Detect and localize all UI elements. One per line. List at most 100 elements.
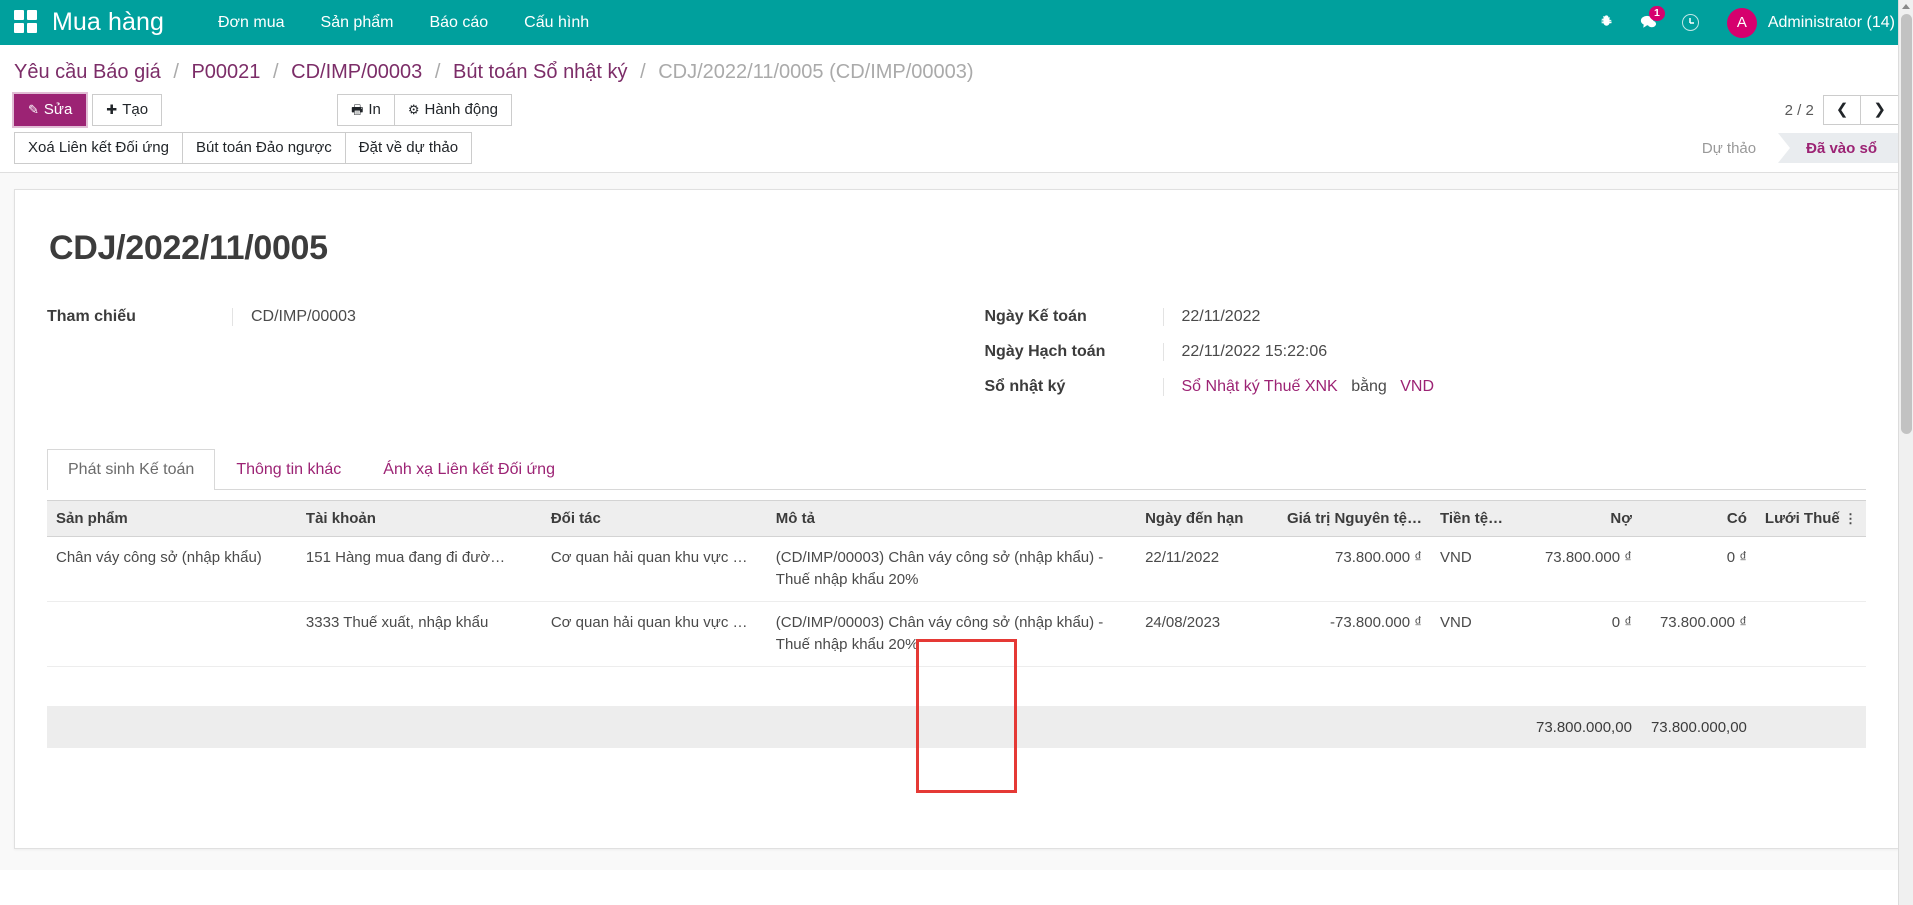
field-posting-date: Ngày Hạch toán 22/11/2022 15:22:06 xyxy=(985,343,1867,361)
cell-debit[interactable]: 0 ₫ xyxy=(1516,602,1641,667)
top-navbar: Mua hàng Đơn mua Sản phẩm Báo cáo Cấu hì… xyxy=(0,0,1913,45)
total-debit: 73.800.000,00 xyxy=(1516,707,1641,749)
cell-due-date[interactable]: 22/11/2022 xyxy=(1136,537,1256,602)
print-button-label: In xyxy=(368,101,381,118)
field-reference-value[interactable]: CD/IMP/00003 xyxy=(232,308,957,326)
field-posting-date-value[interactable]: 22/11/2022 15:22:06 xyxy=(1163,343,1867,361)
chevron-right-icon: ❯ xyxy=(1873,101,1886,118)
breadcrumb-item-yeu-cau-bao-gia[interactable]: Yêu cầu Báo giá xyxy=(14,61,161,83)
cell-partner[interactable]: Cơ quan hải quan khu vực … xyxy=(542,602,767,667)
journal-currency-link[interactable]: VND xyxy=(1400,378,1434,395)
navbar-right-tools: 1 A Administrator (14) xyxy=(1587,0,1899,45)
cell-partner[interactable]: Cơ quan hải quan khu vực … xyxy=(542,537,767,602)
cell-account-text: 151 Hàng mua đang đi đườ… xyxy=(306,547,533,569)
column-header-currency[interactable]: Tiền tệ… xyxy=(1431,501,1516,537)
tab-reconciliation-mapping[interactable]: Ánh xạ Liên kết Đối ứng xyxy=(362,449,576,490)
reset-to-draft-button[interactable]: Đặt về dự thảo xyxy=(345,132,472,164)
field-journal-label: Sổ nhật ký xyxy=(985,378,1163,396)
field-journal-value-group: Sổ Nhật ký Thuế XNK bằng VND xyxy=(1163,378,1867,396)
pager-next-button[interactable]: ❯ xyxy=(1860,95,1899,125)
cell-tax-grid[interactable] xyxy=(1756,537,1866,602)
totals-tail xyxy=(1756,707,1866,749)
clock-icon[interactable] xyxy=(1671,0,1711,45)
chat-bubble-icon[interactable]: 1 xyxy=(1629,0,1669,45)
tab-journal-items[interactable]: Phát sinh Kế toán xyxy=(47,449,215,490)
cell-partner-text: Cơ quan hải quan khu vực … xyxy=(551,547,758,569)
cell-empty[interactable] xyxy=(47,667,1866,707)
control-panel-center: 🖶 In ⚙Hành động xyxy=(338,94,512,126)
cell-description[interactable]: (CD/IMP/00003) Chân váy công sở (nhập kh… xyxy=(767,602,1136,667)
remove-reconciliation-button[interactable]: Xoá Liên kết Đối ứng xyxy=(14,132,183,164)
column-header-amount-currency[interactable]: Giá trị Nguyên tệ… xyxy=(1256,501,1431,537)
table-header-row: Sản phẩm Tài khoản Đối tác Mô tả Ngày đế… xyxy=(47,501,1866,537)
column-header-debit[interactable]: Nợ xyxy=(1516,501,1641,537)
pager-previous-button[interactable]: ❮ xyxy=(1823,95,1862,125)
print-button[interactable]: 🖶 In xyxy=(337,94,395,126)
cell-account[interactable]: 151 Hàng mua đang đi đườ… xyxy=(297,537,542,602)
menu-item-san-pham[interactable]: Sản phẩm xyxy=(303,2,412,44)
menu-item-cau-hinh[interactable]: Cấu hình xyxy=(506,2,607,44)
control-panel: ✎Sửa ✚Tạo 🖶 In ⚙Hành động 2 / 2 ❮ ❯ xyxy=(0,90,1913,132)
main-menu: Đơn mua Sản phẩm Báo cáo Cấu hình xyxy=(200,2,607,44)
field-posting-date-label: Ngày Hạch toán xyxy=(985,343,1163,361)
breadcrumb-separator: / xyxy=(435,61,441,83)
status-posted[interactable]: Đã vào sổ xyxy=(1778,133,1899,163)
cell-currency[interactable]: VND xyxy=(1431,602,1516,667)
scroll-up-arrow-icon[interactable] xyxy=(1902,4,1910,9)
table-footer: 73.800.000,00 73.800.000,00 xyxy=(47,707,1866,749)
page-scrollbar[interactable] xyxy=(1898,0,1913,905)
cell-account[interactable]: 3333 Thuế xuất, nhập khẩu xyxy=(297,602,542,667)
printer-icon: 🖶 xyxy=(351,102,363,117)
column-header-account[interactable]: Tài khoản xyxy=(297,501,542,537)
field-reference: Tham chiếu CD/IMP/00003 xyxy=(47,308,957,326)
cell-currency[interactable]: VND xyxy=(1431,537,1516,602)
breadcrumb: Yêu cầu Báo giá / P00021 / CD/IMP/00003 … xyxy=(0,45,1913,90)
bug-icon[interactable] xyxy=(1587,0,1627,45)
create-button[interactable]: ✚Tạo xyxy=(92,94,162,126)
column-header-product[interactable]: Sản phẩm xyxy=(47,501,297,537)
cell-amount-currency[interactable]: -73.800.000 ₫ xyxy=(1256,602,1431,667)
avatar[interactable]: A xyxy=(1727,8,1757,38)
cell-due-date[interactable]: 24/08/2023 xyxy=(1136,602,1256,667)
column-header-partner[interactable]: Đối tác xyxy=(542,501,767,537)
cell-description[interactable]: (CD/IMP/00003) Chân váy công sở (nhập kh… xyxy=(767,537,1136,602)
pager-value: 2 / 2 xyxy=(1785,102,1814,119)
breadcrumb-item-p00021[interactable]: P00021 xyxy=(191,61,260,83)
cell-product[interactable] xyxy=(47,602,297,667)
record-action-buttons: Xoá Liên kết Đối ứng Bút toán Đảo ngược … xyxy=(14,132,472,164)
column-header-due-date[interactable]: Ngày đến hạn xyxy=(1136,501,1256,537)
column-header-description[interactable]: Mô tả xyxy=(767,501,1136,537)
scrollbar-thumb[interactable] xyxy=(1901,14,1912,434)
totals-spacer xyxy=(47,707,1516,749)
reverse-entry-button[interactable]: Bút toán Đảo ngược xyxy=(182,132,346,164)
journal-link[interactable]: Sổ Nhật ký Thuế XNK xyxy=(1182,378,1338,395)
status-draft[interactable]: Dự thảo xyxy=(1674,133,1778,163)
table-empty-row[interactable] xyxy=(47,667,1866,707)
menu-item-don-mua[interactable]: Đơn mua xyxy=(200,2,303,44)
cell-credit[interactable]: 0 ₫ xyxy=(1641,537,1756,602)
user-menu[interactable]: Administrator (14) xyxy=(1768,14,1899,32)
table-row[interactable]: 3333 Thuế xuất, nhập khẩu Cơ quan hải qu… xyxy=(47,602,1866,667)
create-button-label: Tạo xyxy=(122,101,148,118)
edit-button[interactable]: ✎Sửa xyxy=(14,94,86,126)
field-journal: Sổ nhật ký Sổ Nhật ký Thuế XNK bằng VND xyxy=(985,378,1867,396)
column-header-tax-grid[interactable]: Lưới Thuế ⋮ xyxy=(1756,501,1866,537)
table-row[interactable]: Chân váy công sở (nhập khẩu) 151 Hàng mu… xyxy=(47,537,1866,602)
cell-amount-currency[interactable]: 73.800.000 ₫ xyxy=(1256,537,1431,602)
cell-tax-grid[interactable] xyxy=(1756,602,1866,667)
menu-item-bao-cao[interactable]: Báo cáo xyxy=(411,2,506,44)
edit-button-label: Sửa xyxy=(44,101,72,118)
cell-credit[interactable]: 73.800.000 ₫ xyxy=(1641,602,1756,667)
cell-product[interactable]: Chân váy công sở (nhập khẩu) xyxy=(47,537,297,602)
vertical-dots-icon[interactable]: ⋮ xyxy=(1844,511,1857,526)
tab-other-info[interactable]: Thông tin khác xyxy=(215,449,362,490)
app-brand[interactable]: Mua hàng xyxy=(52,8,164,37)
field-accounting-date-value[interactable]: 22/11/2022 xyxy=(1163,308,1867,326)
column-header-credit[interactable]: Có xyxy=(1641,501,1756,537)
form-view-background: CDJ/2022/11/0005 Tham chiếu CD/IMP/00003… xyxy=(0,173,1913,870)
cell-debit[interactable]: 73.800.000 ₫ xyxy=(1516,537,1641,602)
apps-grid-icon[interactable] xyxy=(14,10,40,36)
action-button[interactable]: ⚙Hành động xyxy=(394,94,512,126)
breadcrumb-item-cd-imp-00003[interactable]: CD/IMP/00003 xyxy=(291,61,422,83)
breadcrumb-item-but-toan-so-nhat-ky[interactable]: Bút toán Sổ nhật ký xyxy=(453,61,628,83)
